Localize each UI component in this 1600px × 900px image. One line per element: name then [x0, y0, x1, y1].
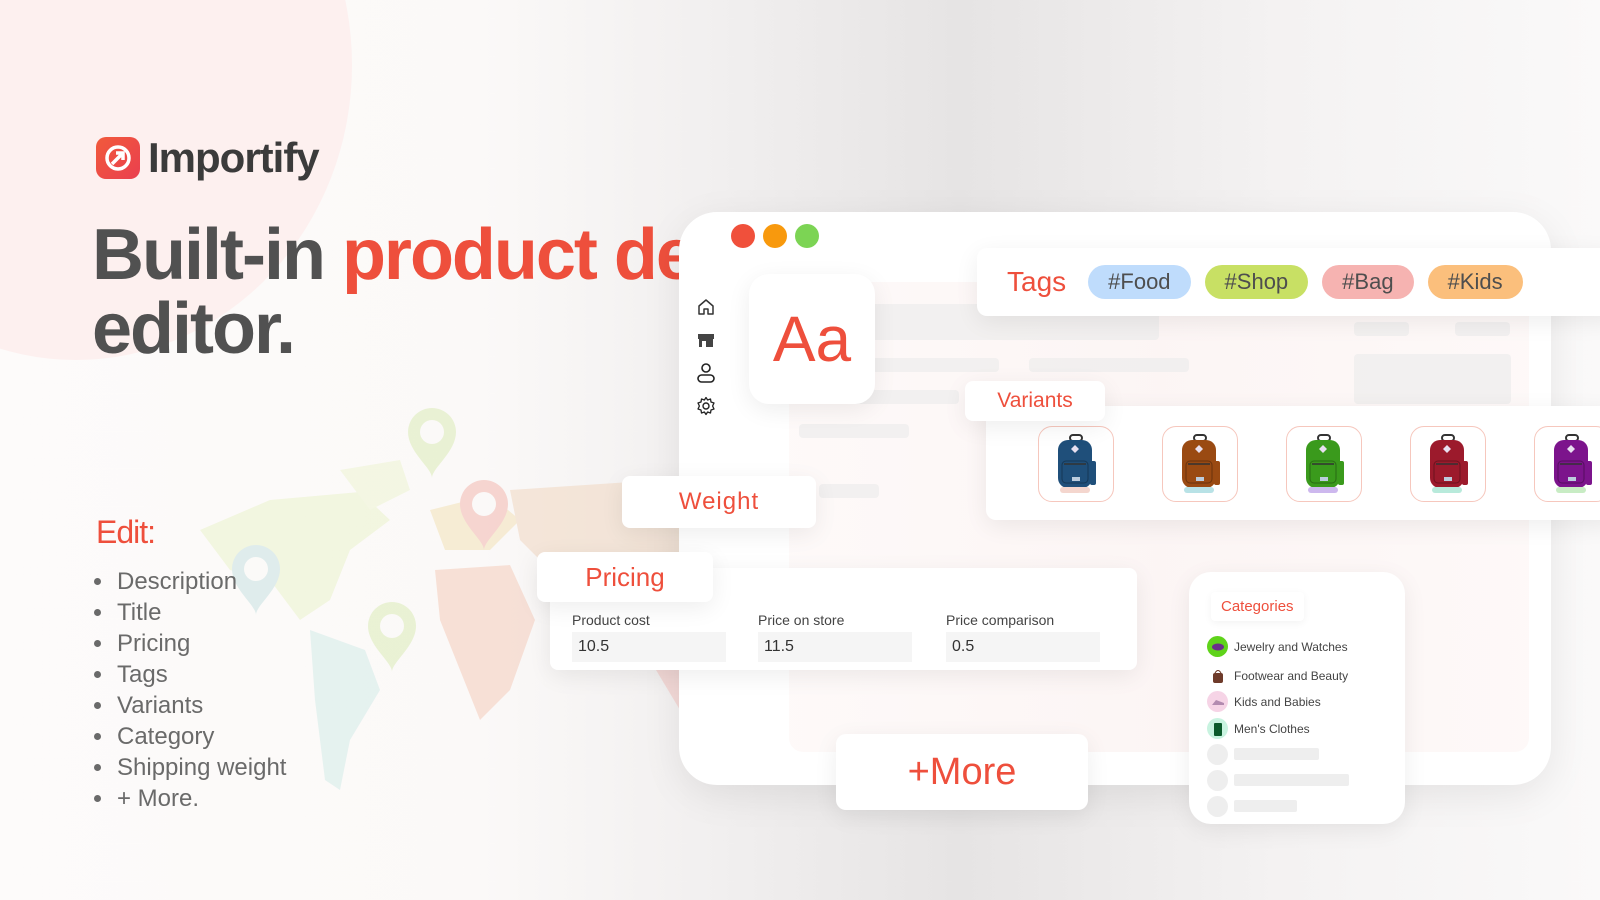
product-cost-input[interactable] — [572, 632, 726, 662]
variant-thumbnail[interactable] — [1286, 426, 1362, 502]
variant-thumbnail[interactable] — [1534, 426, 1600, 502]
placeholder-bar — [1455, 322, 1510, 336]
map-africa — [435, 565, 535, 720]
backpack-icon — [1430, 434, 1468, 493]
price-on-store-field: Price on store — [758, 612, 912, 662]
backpack-icon — [1182, 434, 1220, 493]
minimize-dot[interactable] — [763, 224, 787, 248]
placeholder-bar — [1029, 358, 1189, 372]
price-comparison-input[interactable] — [946, 632, 1100, 662]
price-on-store-input[interactable] — [758, 632, 912, 662]
placeholder-bar — [1354, 322, 1409, 336]
category-label: Kids and Babies — [1234, 694, 1321, 709]
edit-item: Pricing — [92, 628, 286, 659]
price-comparison-field: Price comparison — [946, 612, 1100, 662]
font-style-card[interactable]: Aa — [749, 274, 875, 404]
category-label: Jewelry and Watches — [1234, 639, 1348, 654]
map-south-america — [310, 630, 380, 790]
sidebar-nav — [695, 296, 717, 417]
more-button[interactable]: +More — [836, 734, 1088, 810]
edit-features-list: Description Title Pricing Tags Variants … — [92, 566, 286, 814]
headline-part2: editor. — [92, 289, 296, 369]
window-controls — [731, 224, 819, 248]
edit-item: Description — [92, 566, 286, 597]
brand-logo: Importify — [96, 134, 320, 182]
category-label: Men's Clothes — [1234, 721, 1310, 736]
product-cost-label: Product cost — [572, 612, 650, 628]
edit-item: Tags — [92, 659, 286, 690]
edit-title: Edit: — [96, 514, 156, 550]
placeholder-block — [1354, 354, 1511, 404]
pricing-label: Pricing — [537, 552, 713, 602]
tag-chip[interactable]: #Food — [1088, 265, 1191, 299]
variants-label: Variants — [965, 381, 1105, 421]
categories-card: Categories Jewelry and Watches Footwear … — [1189, 572, 1405, 824]
backpack-icon — [1554, 434, 1592, 493]
weight-card[interactable]: Weight — [622, 476, 816, 528]
watch-icon — [1207, 636, 1228, 657]
price-comparison-label: Price comparison — [946, 612, 1055, 628]
brand-name: Importify — [148, 134, 320, 181]
categories-label: Categories — [1211, 592, 1304, 621]
close-dot[interactable] — [731, 224, 755, 248]
tags-card: Tags #Food #Shop #Bag #Kids — [977, 248, 1600, 316]
placeholder-bar — [819, 484, 879, 498]
variant-thumbnail[interactable] — [1162, 426, 1238, 502]
arrow-circle-icon — [96, 137, 140, 179]
placeholder-bar — [1234, 800, 1297, 812]
tags-label: Tags — [1007, 266, 1067, 297]
category-item[interactable]: Kids and Babies — [1207, 691, 1321, 712]
variant-thumbnail[interactable] — [1410, 426, 1486, 502]
store-icon[interactable] — [695, 329, 717, 351]
placeholder-circle — [1207, 744, 1228, 765]
map-pin-1 — [408, 408, 456, 478]
edit-item: Category — [92, 721, 286, 752]
placeholder-bar — [799, 424, 909, 438]
placeholder-bar — [1234, 748, 1319, 760]
placeholder-bar — [859, 358, 999, 372]
headline-part1: Built-in — [92, 215, 342, 295]
product-cost-field: Product cost — [572, 612, 726, 662]
edit-item: Variants — [92, 690, 286, 721]
tag-chip[interactable]: #Kids — [1427, 265, 1523, 299]
edit-item: Shipping weight — [92, 752, 286, 783]
backpack-icon — [1306, 434, 1344, 493]
shoe-icon — [1207, 691, 1228, 712]
tag-chip[interactable]: #Bag — [1322, 265, 1414, 299]
price-on-store-label: Price on store — [758, 612, 845, 628]
edit-item: + More. — [92, 783, 286, 814]
backpack-icon — [1058, 434, 1096, 493]
bag-icon — [1207, 665, 1228, 686]
variant-thumbnail[interactable] — [1038, 426, 1114, 502]
placeholder-circle — [1207, 796, 1228, 817]
placeholder-bar — [1234, 774, 1349, 786]
tag-chip[interactable]: #Shop — [1204, 265, 1309, 299]
maximize-dot[interactable] — [795, 224, 819, 248]
user-icon[interactable] — [695, 362, 717, 384]
variants-card — [986, 406, 1600, 520]
category-item[interactable]: Jewelry and Watches — [1207, 636, 1348, 657]
shirt-icon — [1207, 718, 1228, 739]
gear-icon[interactable] — [695, 395, 717, 417]
edit-item: Title — [92, 597, 286, 628]
category-item[interactable]: Men's Clothes — [1207, 718, 1310, 739]
home-icon[interactable] — [695, 296, 717, 318]
font-style-label: Aa — [772, 303, 852, 375]
placeholder-circle — [1207, 770, 1228, 791]
map-pin-4 — [368, 602, 416, 672]
category-item[interactable]: Footwear and Beauty — [1207, 665, 1348, 686]
category-label: Footwear and Beauty — [1234, 668, 1349, 683]
